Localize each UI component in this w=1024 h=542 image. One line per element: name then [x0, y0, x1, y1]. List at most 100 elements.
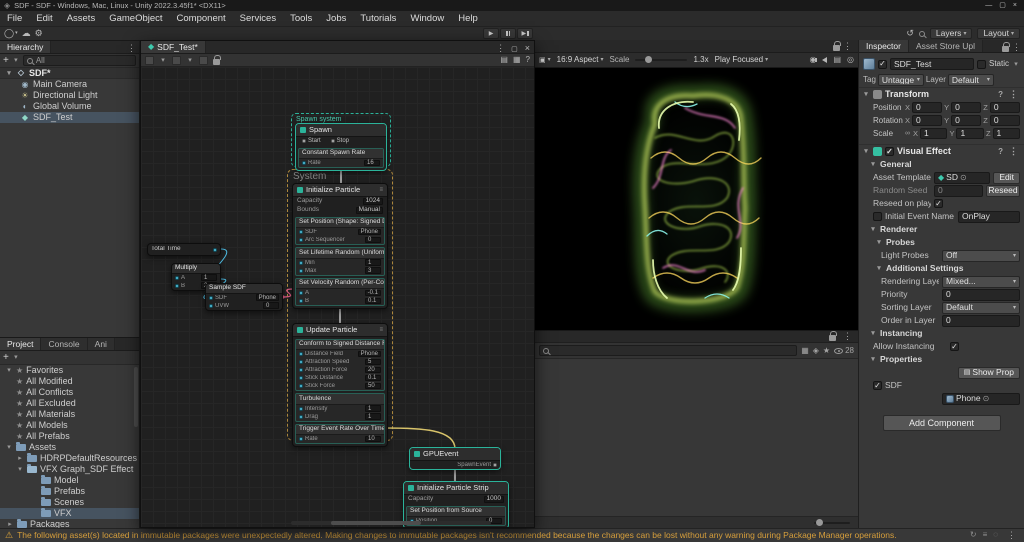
- value-field[interactable]: 10: [365, 435, 381, 443]
- menu-item[interactable]: Component: [170, 11, 233, 27]
- port-icon[interactable]: [299, 230, 303, 234]
- step-button[interactable]: ▶: [517, 28, 533, 39]
- port-icon[interactable]: [299, 437, 303, 441]
- stats-icon[interactable]: ▤: [833, 56, 841, 64]
- vfx-block[interactable]: Turbulence Intensity 1 Drag 1: [295, 393, 385, 422]
- favorite-search-icon[interactable]: ★: [823, 346, 830, 355]
- hierarchy-search-input[interactable]: All: [22, 55, 136, 66]
- console-icon[interactable]: ≡: [983, 531, 988, 540]
- layers-dropdown[interactable]: Layers: [929, 28, 973, 39]
- project-tab[interactable]: Project: [0, 338, 42, 350]
- lock-icon[interactable]: [833, 40, 841, 51]
- save-icon[interactable]: [145, 55, 154, 65]
- kebab-icon[interactable]: ⋮: [1006, 90, 1021, 99]
- axis-value-field[interactable]: 0: [989, 102, 1020, 113]
- pause-button[interactable]: [500, 28, 516, 39]
- help-icon[interactable]: ?: [998, 90, 1003, 99]
- vfx-operator-total-time[interactable]: Total Time: [147, 243, 221, 256]
- setting-value[interactable]: Manual: [355, 206, 383, 214]
- axis-value-field[interactable]: 0: [951, 102, 982, 113]
- port-icon[interactable]: [299, 238, 303, 242]
- value-field[interactable]: Phone: [255, 294, 279, 301]
- menu-item[interactable]: Help: [451, 11, 485, 27]
- value-field[interactable]: 1: [365, 405, 381, 412]
- attach-icon[interactable]: [199, 55, 208, 65]
- vfx-node-gpuevent[interactable]: GPUEvent SpawnEvent: [409, 447, 501, 470]
- favorites-header[interactable]: ▾ ★ Favorites: [0, 365, 139, 376]
- menu-item[interactable]: Tools: [283, 11, 319, 27]
- add-object-button[interactable]: +: [3, 55, 9, 66]
- instancing-foldout[interactable]: ▾ Instancing: [859, 327, 1024, 340]
- reseed-on-play-checkbox[interactable]: [934, 199, 943, 208]
- kebab-icon[interactable]: ⋮: [840, 332, 855, 341]
- port-icon[interactable]: [209, 295, 213, 300]
- vfx-graph-tab[interactable]: ◆ SDF_Test*: [141, 41, 206, 53]
- favorite-item[interactable]: ★ All Conflicts: [0, 387, 139, 398]
- play-focused-dropdown[interactable]: Play Focused: [715, 56, 768, 64]
- vfx-graph-canvas[interactable]: Spawn system System Spawn Start Stop Con…: [141, 67, 534, 527]
- vfx-operator-sample-sdf[interactable]: Sample SDF SDF Phone UVW 0: [205, 283, 283, 311]
- active-checkbox[interactable]: [878, 59, 887, 69]
- link-scale-icon[interactable]: ∞: [905, 130, 911, 137]
- flow-port[interactable]: Start: [302, 138, 321, 144]
- port-icon[interactable]: [299, 260, 303, 265]
- game-viewport[interactable]: [535, 68, 858, 330]
- setting-value[interactable]: 1000: [483, 495, 504, 503]
- transform-component-header[interactable]: ▾ Transform ? ⋮: [859, 87, 1024, 101]
- axis-value-field[interactable]: 1: [920, 128, 948, 139]
- visual-effect-component-header[interactable]: ▾ Visual Effect ? ⋮: [859, 144, 1024, 158]
- close-icon[interactable]: ×: [1013, 2, 1017, 9]
- menu-item[interactable]: Assets: [60, 11, 103, 27]
- create-asset-button[interactable]: +: [3, 352, 9, 363]
- value-field[interactable]: 16: [364, 159, 380, 167]
- value-field[interactable]: 0.1: [365, 297, 381, 305]
- services-icon[interactable]: ⚙: [35, 29, 43, 38]
- port-icon[interactable]: [175, 283, 179, 288]
- axis-value-field[interactable]: 0: [951, 115, 982, 126]
- lock-icon[interactable]: [213, 54, 221, 65]
- folder-item[interactable]: ▾ VFX Graph_SDF Effect: [0, 464, 139, 475]
- add-component-button[interactable]: Add Component: [882, 415, 1001, 431]
- asset-template-field[interactable]: ◆ SD ⊙: [934, 171, 991, 184]
- kebab-icon[interactable]: ⋮: [1006, 147, 1021, 156]
- port-icon[interactable]: [175, 275, 179, 280]
- status-message[interactable]: The following asset(s) located in immuta…: [17, 531, 966, 540]
- folder-item[interactable]: Prefabs: [0, 486, 139, 497]
- allow-instancing-checkbox[interactable]: [950, 342, 959, 351]
- lock-icon[interactable]: [829, 331, 837, 341]
- account-icon[interactable]: ◯ ▾: [4, 29, 18, 38]
- value-field[interactable]: 0: [365, 236, 381, 244]
- kebab-icon[interactable]: ⋮: [493, 44, 508, 53]
- project-search-input[interactable]: [539, 345, 798, 356]
- value-field[interactable]: 1: [201, 274, 217, 281]
- gizmos-icon[interactable]: ◎: [847, 56, 854, 64]
- horizontal-scrollbar[interactable]: [291, 521, 491, 525]
- menu-item[interactable]: File: [0, 11, 29, 27]
- layer-dropdown[interactable]: Default: [947, 74, 994, 86]
- project-tab[interactable]: Ani: [87, 338, 115, 350]
- scrollbar[interactable]: [134, 367, 138, 427]
- folder-item[interactable]: Model: [0, 475, 139, 486]
- icon-size-slider[interactable]: [814, 518, 850, 526]
- compile-icon[interactable]: [172, 55, 181, 65]
- value-field[interactable]: Phone: [357, 228, 381, 236]
- kebab-icon[interactable]: ⋮: [124, 44, 139, 53]
- value-field[interactable]: 1: [365, 259, 381, 266]
- undo-history-icon[interactable]: ↺: [906, 29, 914, 38]
- value-field[interactable]: 50: [365, 382, 381, 390]
- port-icon[interactable]: [299, 414, 303, 419]
- vfx-block[interactable]: Set Lifetime Random (Uniform) Min 1 Max 3: [295, 247, 385, 276]
- node-menu-icon[interactable]: ≡: [379, 327, 383, 333]
- favorite-item[interactable]: ★ All Materials: [0, 409, 139, 420]
- port-icon[interactable]: [302, 161, 306, 165]
- value-field[interactable]: 5: [365, 358, 381, 366]
- maximize-icon[interactable]: ▢: [508, 46, 521, 53]
- inspector-tab[interactable]: Asset Store Upl: [908, 40, 984, 52]
- folder-item[interactable]: ▸ HDRPDefaultResources: [0, 453, 139, 464]
- port-icon[interactable]: [299, 291, 303, 295]
- value-field[interactable]: 3: [365, 267, 381, 274]
- initial-event-override-checkbox[interactable]: [873, 212, 882, 221]
- scale-slider[interactable]: [635, 56, 688, 63]
- port-icon[interactable]: [299, 384, 303, 388]
- folder-item[interactable]: Scenes: [0, 497, 139, 508]
